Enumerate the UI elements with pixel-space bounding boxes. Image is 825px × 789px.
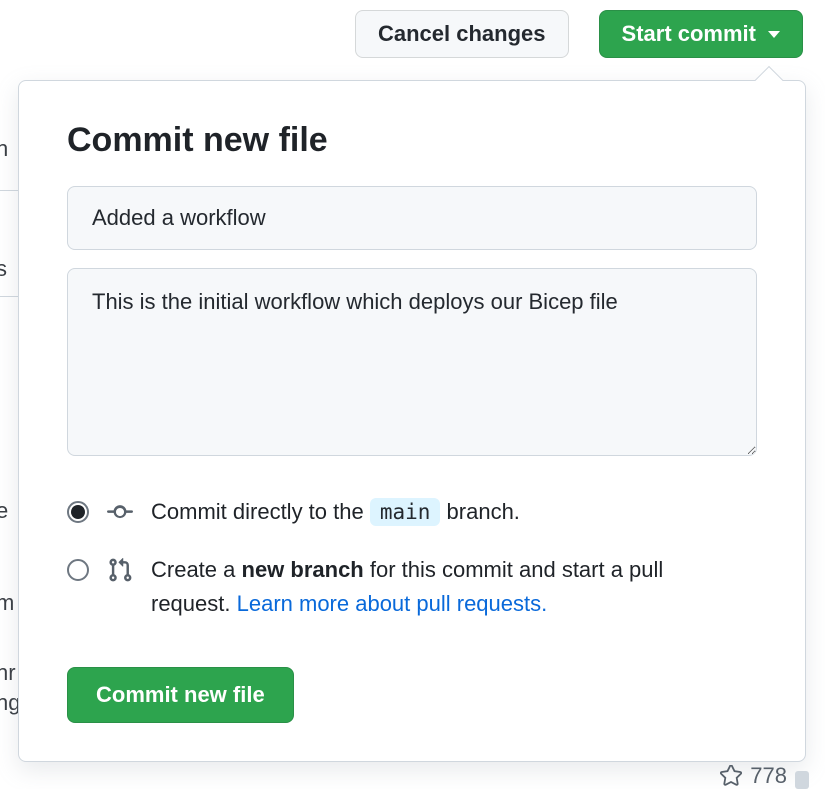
scrollbar-stub bbox=[795, 771, 809, 789]
option-new-branch[interactable]: Create a new branch for this commit and … bbox=[67, 553, 757, 621]
option-direct-text: Commit directly to the main branch. bbox=[151, 495, 560, 529]
commit-new-file-button[interactable]: Commit new file bbox=[67, 667, 294, 723]
option-commit-direct[interactable]: Commit directly to the main branch. bbox=[67, 495, 757, 529]
cancel-changes-button[interactable]: Cancel changes bbox=[355, 10, 569, 58]
start-commit-label: Start commit bbox=[622, 21, 756, 47]
radio-new-branch[interactable] bbox=[67, 559, 89, 581]
start-commit-button[interactable]: Start commit bbox=[599, 10, 803, 58]
star-count: 778 bbox=[720, 763, 787, 789]
git-commit-icon bbox=[107, 499, 133, 525]
git-pull-request-icon bbox=[107, 557, 133, 583]
popover-arrow-icon bbox=[755, 66, 783, 94]
star-icon bbox=[720, 765, 742, 787]
star-count-value: 778 bbox=[750, 763, 787, 789]
branch-label: main bbox=[370, 498, 441, 526]
dropdown-caret-icon bbox=[768, 31, 780, 38]
radio-commit-direct[interactable] bbox=[67, 501, 89, 523]
commit-popover: Commit new file This is the initial work… bbox=[18, 80, 806, 762]
option-new-branch-text: Create a new branch for this commit and … bbox=[151, 553, 757, 621]
popover-title: Commit new file bbox=[67, 121, 757, 160]
learn-more-link[interactable]: Learn more about pull requests. bbox=[237, 591, 548, 616]
commit-summary-input[interactable] bbox=[67, 186, 757, 250]
commit-description-input[interactable]: This is the initial workflow which deplo… bbox=[67, 268, 757, 456]
